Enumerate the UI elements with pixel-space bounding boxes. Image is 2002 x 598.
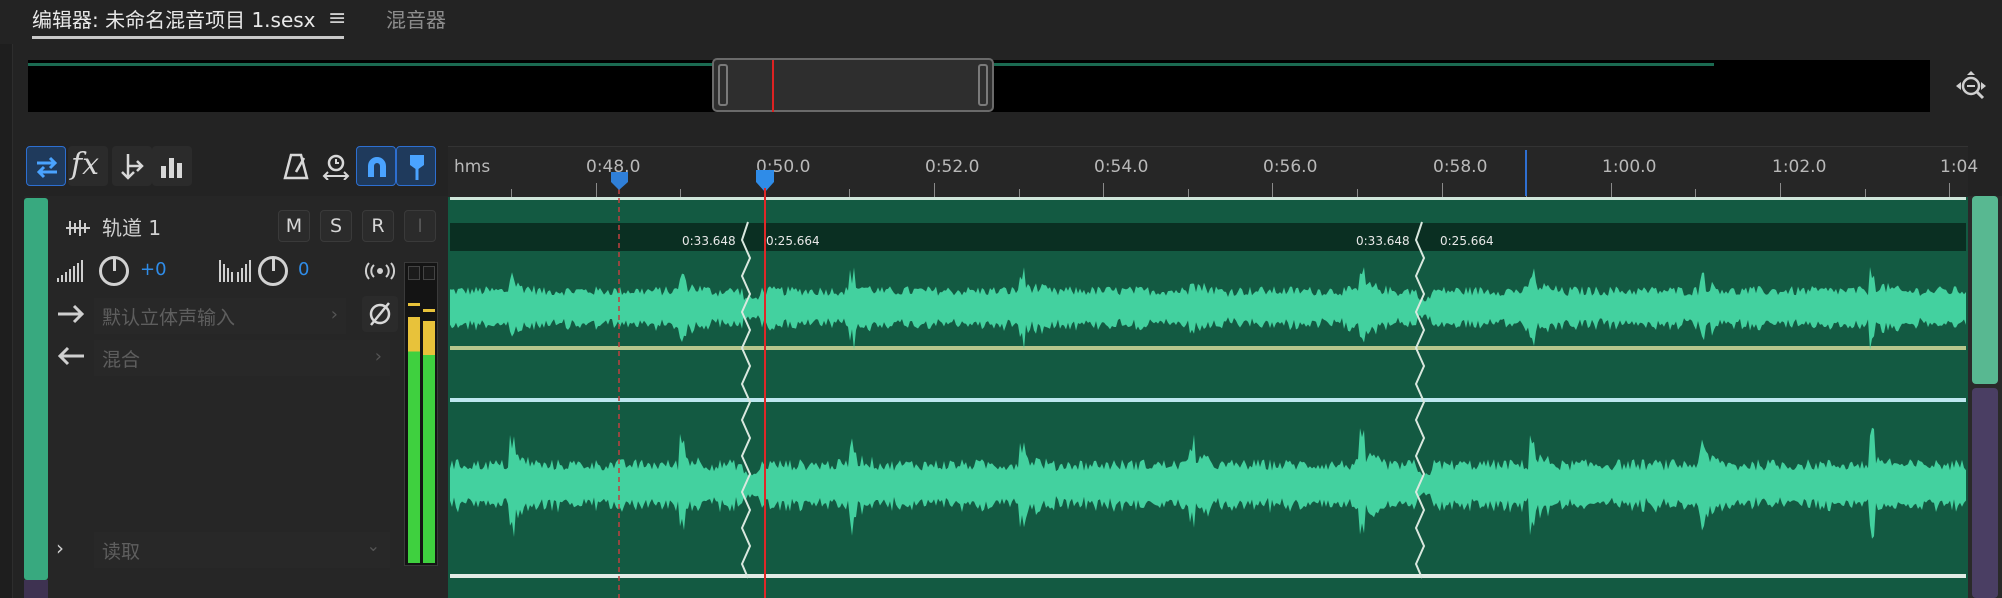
waveform-left-channel xyxy=(450,267,1966,350)
waveform-display[interactable] xyxy=(0,0,2002,598)
scrollbar-thumb-track2[interactable] xyxy=(1972,388,1998,598)
waveform-shape xyxy=(450,427,1966,539)
waveform-shape xyxy=(450,267,1966,350)
vertical-scrollbar[interactable] xyxy=(1968,196,2002,598)
waveform-right-channel xyxy=(450,427,1966,539)
clip-fade-label: 0:25.664 xyxy=(766,234,820,248)
clip-fade-label: 0:25.664 xyxy=(1440,234,1494,248)
clip-fade-label: 0:33.648 xyxy=(682,234,736,248)
scrollbar-thumb-track1[interactable] xyxy=(1972,196,1998,384)
clip-fade-label: 0:33.648 xyxy=(1356,234,1410,248)
